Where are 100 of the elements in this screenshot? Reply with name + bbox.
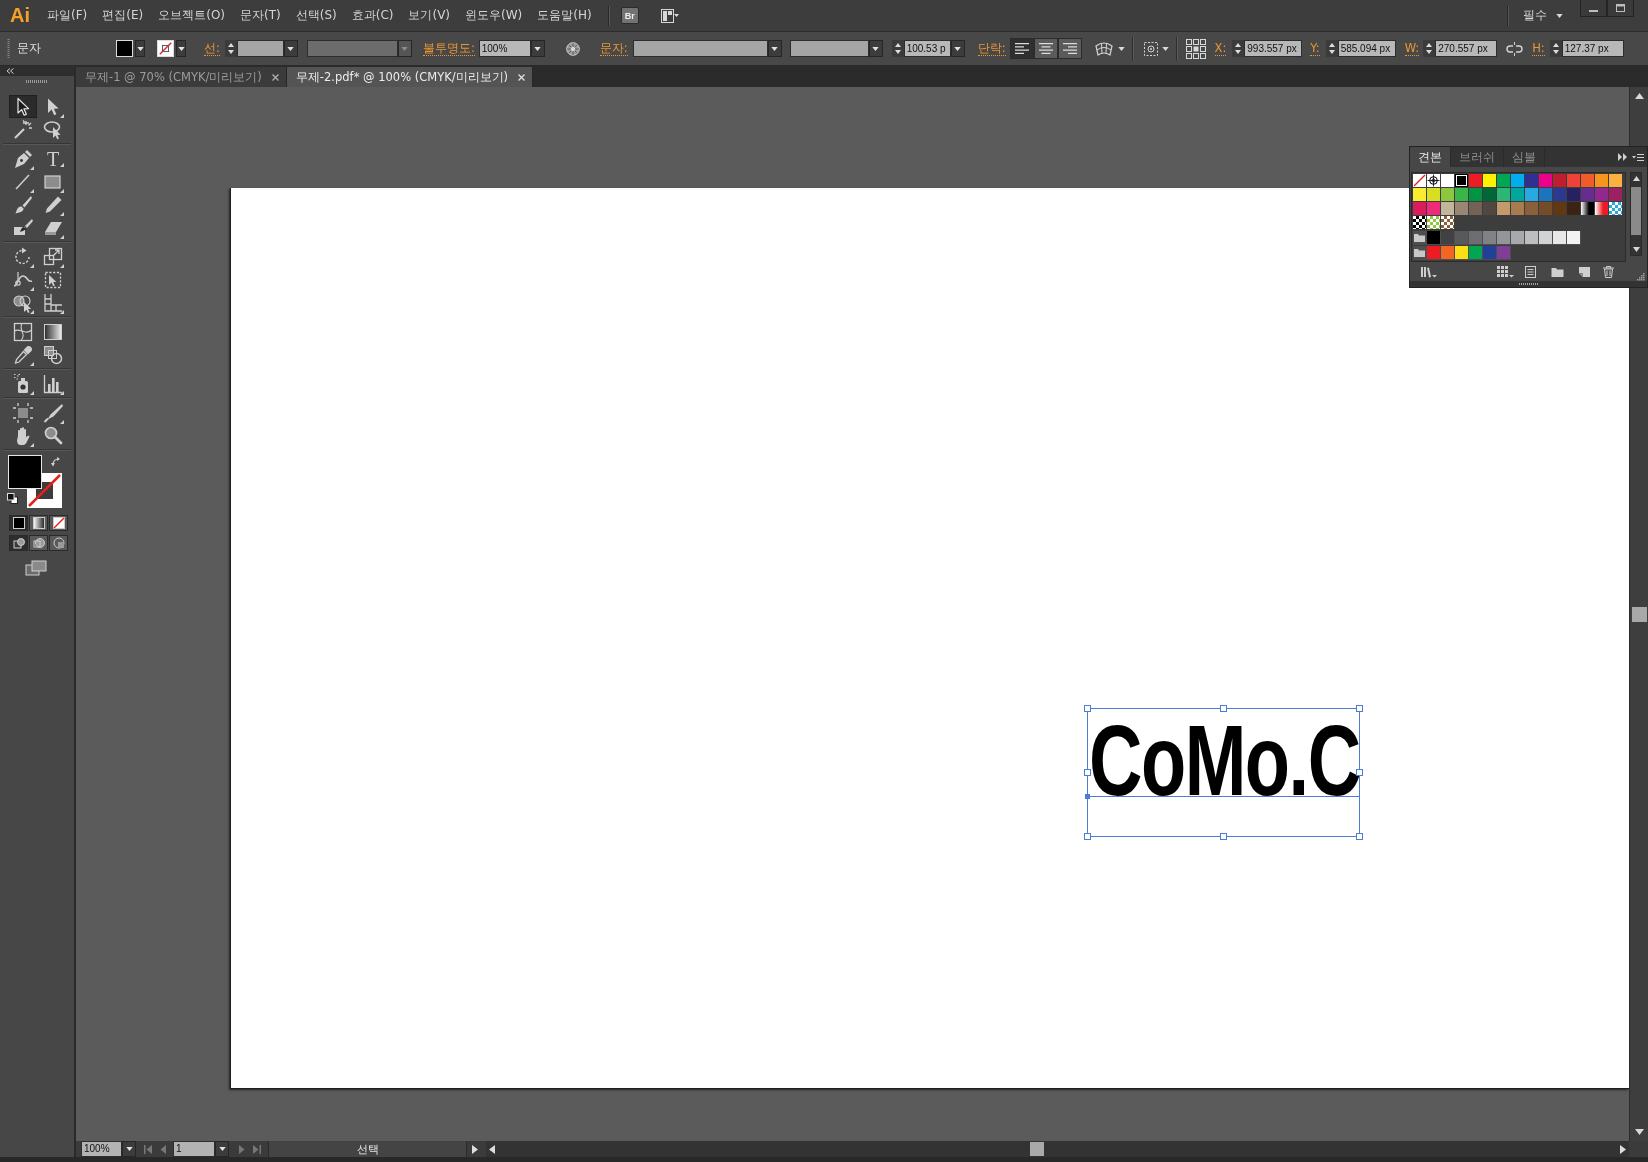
draw-mode-button[interactable] <box>29 535 48 551</box>
dropdown-button[interactable] <box>135 40 145 57</box>
color-swatch-icon[interactable] <box>1497 231 1510 244</box>
paragraph-label[interactable]: 단락: <box>977 41 1006 56</box>
scroll-down-icon[interactable] <box>1634 1129 1644 1135</box>
color-swatch-icon[interactable] <box>1595 188 1608 201</box>
font-size-field[interactable]: 100.53 p <box>903 40 951 57</box>
grid-icon[interactable] <box>1497 266 1514 278</box>
overlapping-windows-icon[interactable] <box>25 560 47 576</box>
menu-item[interactable]: 파일(F) <box>47 5 88 26</box>
scrollbar-thumb[interactable] <box>1631 187 1641 235</box>
width-field[interactable]: 270.557 px <box>1435 40 1498 57</box>
color-swatch-icon[interactable] <box>1581 188 1594 201</box>
height-field[interactable]: 127.37 px <box>1561 40 1624 57</box>
color-mode-button[interactable] <box>29 515 48 531</box>
spinner-arrows-icon[interactable] <box>224 40 237 57</box>
color-swatch-icon[interactable] <box>1553 202 1566 215</box>
color-swatch-icon[interactable] <box>1441 188 1454 201</box>
document-tab[interactable]: 무제-1 @ 70% (CMYK/미리보기) <box>76 67 287 87</box>
color-swatch-icon[interactable] <box>1427 202 1440 215</box>
scroll-up-icon[interactable] <box>1634 93 1644 99</box>
workspace-menu[interactable]: 필수 <box>1523 7 1563 24</box>
tool-button[interactable]: T <box>39 147 67 170</box>
swap-arrows-icon[interactable] <box>51 457 61 467</box>
bridge-button[interactable]: Br <box>620 7 639 24</box>
menu-item[interactable]: 오브젝트(O) <box>158 5 226 26</box>
spinner-arrows-icon[interactable] <box>891 40 904 57</box>
color-swatch-icon[interactable] <box>1553 188 1566 201</box>
trash-icon[interactable] <box>1602 266 1615 278</box>
color-swatch-icon[interactable] <box>1497 202 1510 215</box>
color-swatch-icon[interactable] <box>1455 174 1468 187</box>
last-page-icon[interactable] <box>252 1144 261 1154</box>
layout-grid-icon[interactable] <box>660 8 679 23</box>
artwork-text[interactable]: CoMo.C <box>1089 724 1360 797</box>
menu-item[interactable]: 보기(V) <box>408 5 451 26</box>
spinner-arrows-icon[interactable] <box>1325 40 1338 57</box>
align-button[interactable] <box>1057 38 1082 59</box>
color-swatch-icon[interactable] <box>1525 188 1538 201</box>
menu-item[interactable]: 선택(S) <box>295 5 337 26</box>
scroll-down-icon[interactable] <box>1632 247 1640 252</box>
list-icon[interactable] <box>1524 266 1537 278</box>
zoom-field[interactable]: 100% <box>81 1141 122 1157</box>
color-swatch-icon[interactable] <box>1427 188 1440 201</box>
fill-swatch-icon[interactable] <box>8 455 42 489</box>
font-label[interactable]: 문자: <box>599 41 628 56</box>
scroll-left-icon[interactable] <box>489 1144 495 1154</box>
color-swatch-icon[interactable] <box>1441 202 1454 215</box>
new-page-icon[interactable] <box>1578 266 1591 278</box>
scroll-up-icon[interactable] <box>1632 176 1640 181</box>
panel-menu-icon[interactable] <box>1632 152 1644 162</box>
color-swatch-icon[interactable] <box>1539 174 1552 187</box>
color-swatch-icon[interactable] <box>1553 174 1566 187</box>
pattern-swatch-icon[interactable] <box>1441 216 1454 229</box>
selection-handle[interactable] <box>1084 768 1091 776</box>
caret-down-icon[interactable] <box>1161 46 1169 51</box>
resize-grip-icon[interactable] <box>1637 273 1645 281</box>
maximize-button[interactable] <box>1607 0 1634 17</box>
scroll-right-icon[interactable] <box>1620 1144 1626 1154</box>
gradient-swatch-icon[interactable] <box>1595 202 1608 215</box>
font-style-field[interactable] <box>789 40 869 57</box>
books-icon[interactable] <box>1420 266 1437 278</box>
dropdown-button[interactable] <box>122 1141 136 1157</box>
color-swatch-icon[interactable] <box>1539 202 1552 215</box>
opacity-field[interactable]: 100% <box>478 40 531 57</box>
color-swatch-icon[interactable] <box>1455 202 1468 215</box>
color-mode-button[interactable] <box>9 515 28 531</box>
stroke-weight-field[interactable] <box>236 40 284 57</box>
selection-handle[interactable] <box>1219 833 1227 840</box>
panel-tab[interactable]: 브러쉬 <box>1451 147 1504 167</box>
spinner-arrows-icon[interactable] <box>1423 40 1436 57</box>
align-button[interactable] <box>1009 38 1034 59</box>
caret-down-icon[interactable] <box>1117 46 1125 51</box>
close-icon[interactable] <box>271 73 279 81</box>
color-swatch-icon[interactable] <box>1567 231 1580 244</box>
menu-item[interactable]: 도움말(H) <box>537 5 592 26</box>
double-chevron-right-icon[interactable] <box>1618 153 1627 161</box>
color-swatch-icon[interactable] <box>1581 174 1594 187</box>
color-swatch-icon[interactable] <box>1567 202 1580 215</box>
color-swatch-icon[interactable] <box>1469 202 1482 215</box>
crosshair-swatch-icon[interactable] <box>1427 174 1440 187</box>
color-swatch-icon[interactable] <box>1483 231 1496 244</box>
color-wheel-icon[interactable] <box>565 41 580 56</box>
status-field[interactable]: 선택 <box>268 1141 467 1157</box>
x-field[interactable]: 993.557 px <box>1244 40 1303 57</box>
pattern-swatch-icon[interactable] <box>1427 216 1440 229</box>
spinner-arrows-icon[interactable] <box>1232 40 1245 57</box>
stroke-label[interactable]: 선: <box>204 41 220 56</box>
color-swatch-icon[interactable] <box>1469 188 1482 201</box>
color-swatch-icon[interactable] <box>1469 174 1482 187</box>
minimize-button[interactable] <box>1580 0 1607 17</box>
color-swatch-icon[interactable] <box>1525 202 1538 215</box>
spinner-arrows-icon[interactable] <box>1549 40 1562 57</box>
color-swatch-icon[interactable] <box>1525 231 1538 244</box>
pattern-swatch-icon[interactable] <box>1609 202 1622 215</box>
dropdown-button[interactable] <box>176 40 186 57</box>
width-label[interactable]: W: <box>1404 41 1420 56</box>
color-swatch-icon[interactable] <box>1511 188 1524 201</box>
scrollbar-thumb[interactable] <box>1631 607 1647 622</box>
menu-item[interactable]: 윈도우(W) <box>465 5 523 26</box>
next-page-icon[interactable] <box>237 1144 246 1154</box>
